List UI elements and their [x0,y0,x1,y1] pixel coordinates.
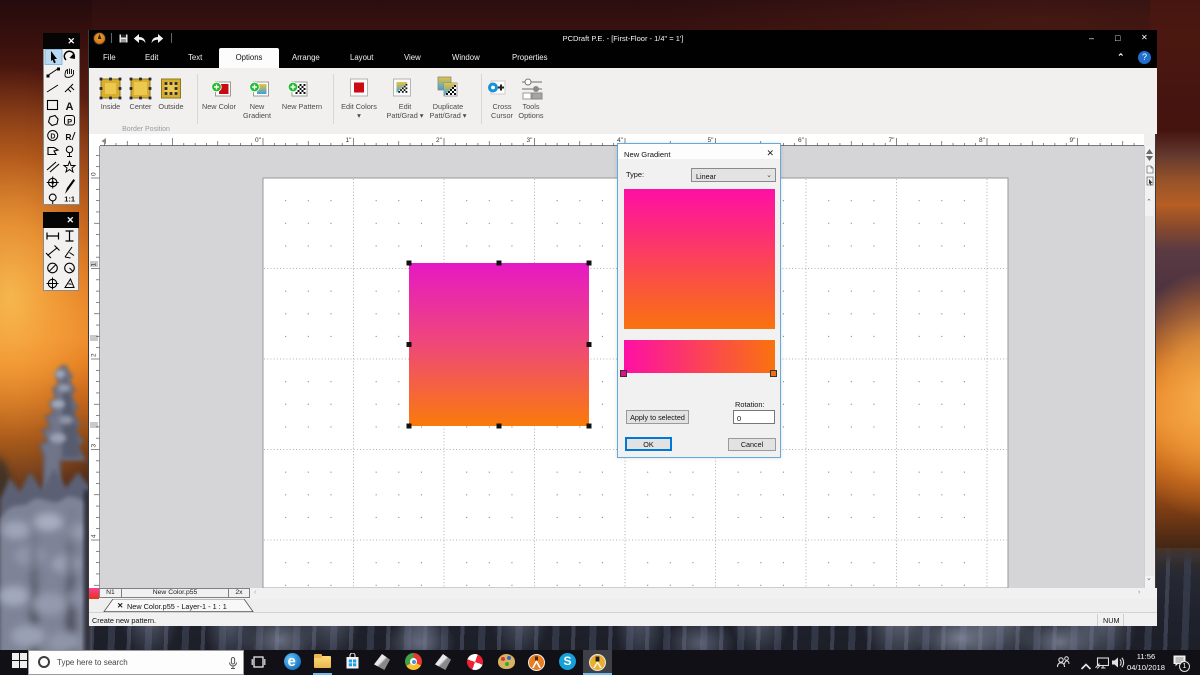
svg-text:6": 6" [798,137,805,144]
svg-text:3": 3" [527,137,534,144]
svg-text:1:1: 1:1 [64,195,75,204]
svg-text:R: R [65,132,71,142]
svg-text:9": 9" [1070,137,1077,144]
svg-text:A: A [66,101,74,113]
svg-text:4: 4 [91,534,98,538]
svg-text:1": 1" [346,137,353,144]
svg-text:2: 2 [91,353,98,357]
svg-text:0": 0" [255,137,262,144]
svg-text:1: 1 [91,263,98,267]
svg-text:8": 8" [979,137,986,144]
svg-text:P: P [67,117,72,126]
svg-text:2": 2" [436,137,443,144]
svg-text:3: 3 [91,444,98,448]
svg-text:D: D [50,134,55,141]
svg-text:0: 0 [91,172,98,176]
svg-text:7": 7" [889,137,896,144]
